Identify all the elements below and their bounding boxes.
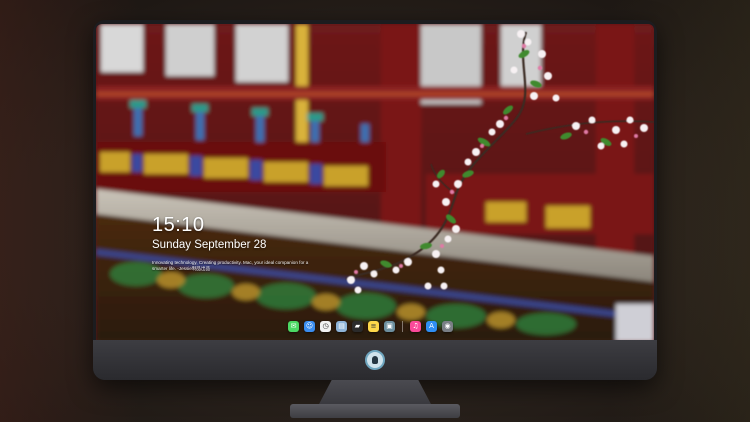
monitor-stand-base bbox=[290, 404, 460, 418]
finder-icon[interactable]: ☺ bbox=[304, 320, 315, 332]
lockscreen-time: 15:10 bbox=[152, 214, 205, 236]
clapper-icon[interactable]: ▰ bbox=[352, 320, 363, 332]
preview-icon[interactable]: ▤ bbox=[336, 320, 347, 332]
photo-booth-icon[interactable]: ▣ bbox=[384, 320, 395, 332]
brand-logo-icon bbox=[365, 350, 385, 370]
dock: ✉ ☺ ◷ ▤ ▰ ≡ ▣ ♫ A ◉ bbox=[288, 319, 453, 333]
lockscreen-subtitle: Innovating technology, Creating producti… bbox=[152, 260, 309, 271]
clock-icon[interactable]: ◷ bbox=[320, 320, 331, 332]
messages-icon[interactable]: ✉ bbox=[288, 320, 299, 332]
wallpaper bbox=[96, 24, 654, 342]
app-store-icon[interactable]: A bbox=[426, 320, 437, 332]
music-icon[interactable]: ♫ bbox=[410, 320, 421, 332]
dock-separator bbox=[402, 320, 403, 332]
desktop-screen: 15:10 Sunday September 28 Innovating tec… bbox=[96, 24, 654, 342]
camera-icon[interactable]: ◉ bbox=[442, 320, 453, 332]
monitor-stand-neck bbox=[318, 380, 432, 406]
notes-icon[interactable]: ≡ bbox=[368, 320, 379, 332]
lockscreen-date: Sunday September 28 bbox=[152, 239, 267, 251]
